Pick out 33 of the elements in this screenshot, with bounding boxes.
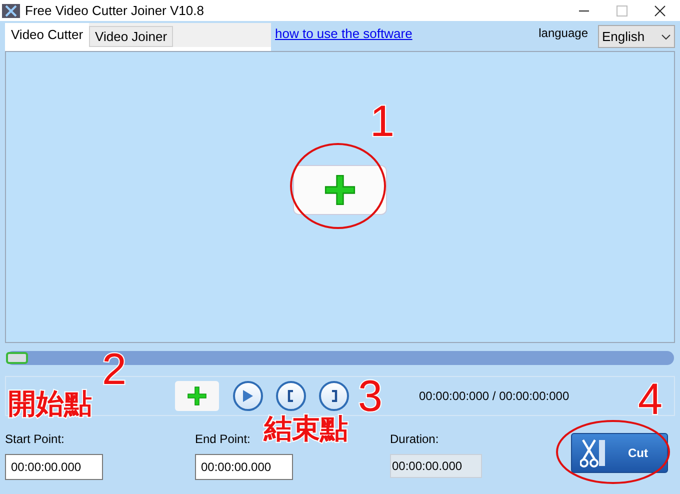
time-field[interactable]: 00:00:00.000	[195, 454, 293, 480]
field-label: Duration:	[390, 431, 440, 448]
step-number: 3	[358, 375, 382, 419]
step-number: 2	[102, 348, 126, 392]
step-caption: 結束點	[264, 415, 348, 443]
mark-start-button[interactable]	[276, 381, 306, 411]
add-button[interactable]	[175, 381, 219, 411]
play-icon	[242, 389, 254, 403]
progress-thumb[interactable]	[6, 352, 28, 364]
window-title: Free Video Cutter Joiner V10.8	[25, 2, 204, 20]
step-number: 1	[370, 100, 394, 144]
chevron-down-icon	[661, 34, 671, 40]
mark-end-button[interactable]	[319, 381, 349, 411]
close-icon[interactable]	[654, 4, 666, 16]
step-number: 4	[638, 378, 662, 422]
step-caption: 開始點	[8, 390, 92, 418]
add-video-button[interactable]	[293, 165, 387, 215]
language-dropdown[interactable]: English	[598, 25, 675, 48]
scissors-film-icon	[580, 438, 606, 468]
play-button[interactable]	[233, 381, 263, 411]
tab[interactable]: Video Joiner	[89, 26, 174, 47]
language-label: language	[538, 25, 588, 42]
time-display: 00:00:00:000 / 00:00:00:000	[419, 388, 570, 405]
right-bracket-icon	[330, 390, 338, 402]
left-bracket-icon	[287, 390, 295, 402]
field-label: End Point:	[195, 431, 252, 448]
plus-icon	[324, 174, 356, 206]
field-label: Start Point:	[5, 431, 66, 448]
time-field[interactable]: 00:00:00.000	[5, 454, 103, 480]
cut-button[interactable]: Cut	[571, 433, 668, 473]
help-link[interactable]: how to use the software	[275, 24, 412, 43]
tab[interactable]: Video Cutter	[5, 23, 90, 47]
plus-icon	[187, 386, 207, 406]
